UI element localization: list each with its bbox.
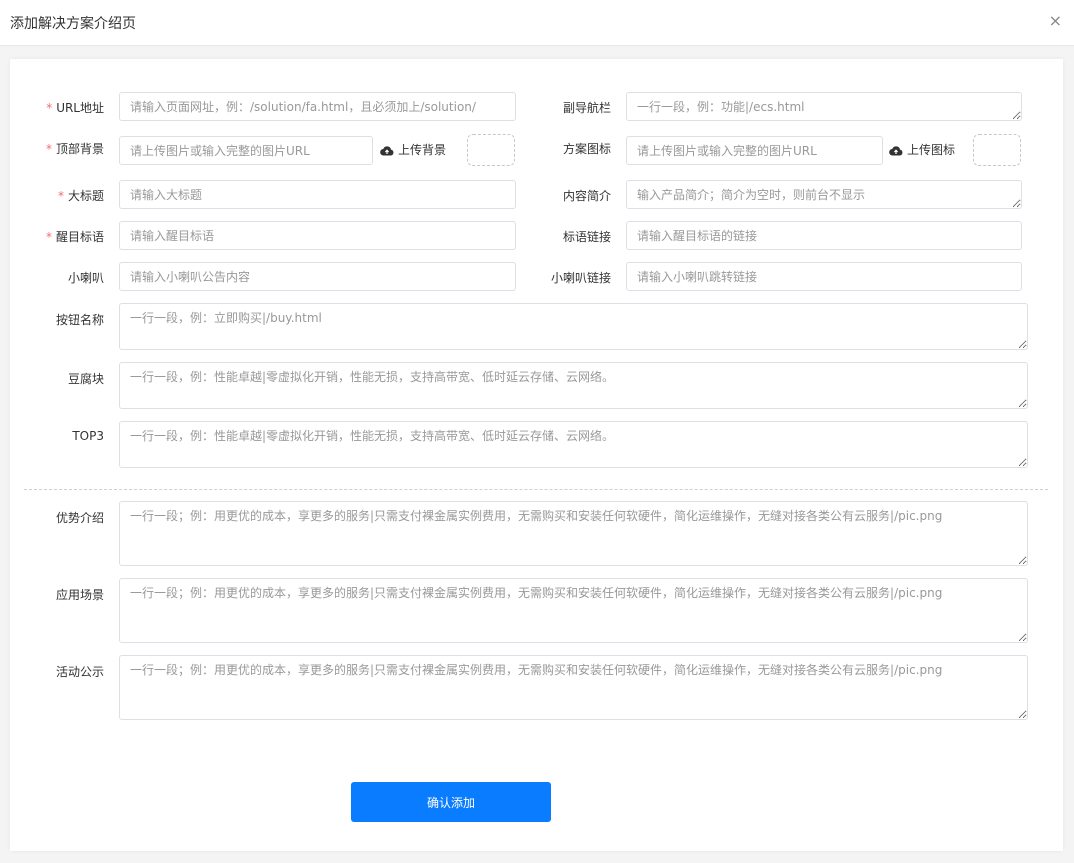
scenario-textarea[interactable] — [119, 578, 1028, 643]
top-bg-label-text: 顶部背景 — [55, 142, 104, 156]
required-mark: * — [46, 101, 53, 115]
slogan-label-text: 醒目标语 — [55, 230, 104, 244]
subnav-textarea[interactable] — [626, 92, 1022, 121]
headline-label-text: 大标题 — [67, 189, 104, 203]
add-solution-dialog: 添加解决方案介绍页 × *URL地址 副导航栏 *顶部背景 上传背景 方案图标 — [0, 0, 1074, 863]
top-bg-input[interactable] — [119, 136, 373, 165]
scenario-label: 应用场景 — [55, 588, 104, 602]
horn-label: 小喇叭 — [67, 271, 104, 285]
section-divider — [24, 489, 1048, 490]
dialog-title: 添加解决方案介绍页 — [10, 16, 136, 32]
upload-icon-button[interactable]: 上传图标 — [889, 136, 955, 165]
slogan-input[interactable] — [119, 221, 516, 250]
horn-link-input[interactable] — [626, 262, 1022, 291]
upload-background-label: 上传背景 — [398, 143, 447, 157]
url-label: * URL地址 — [46, 99, 104, 116]
slogan-link-label: 标语链接 — [562, 230, 611, 244]
summary-textarea[interactable] — [626, 180, 1022, 209]
slogan-link-input[interactable] — [626, 221, 1022, 250]
summary-label: 内容简介 — [562, 189, 611, 203]
confirm-add-button[interactable]: 确认添加 — [351, 782, 551, 822]
tofu-textarea[interactable] — [119, 362, 1028, 409]
button-name-label: 按钮名称 — [55, 313, 104, 327]
url-input[interactable] — [119, 92, 516, 121]
required-mark: * — [45, 230, 52, 244]
horn-link-label: 小喇叭链接 — [550, 271, 611, 285]
horn-input[interactable] — [119, 262, 516, 291]
headline-input[interactable] — [119, 180, 516, 209]
icon-label: 方案图标 — [562, 142, 611, 156]
cloud-upload-icon — [889, 146, 903, 156]
tofu-label: 豆腐块 — [67, 372, 104, 386]
required-mark: * — [45, 142, 52, 156]
top3-textarea[interactable] — [119, 421, 1028, 468]
top-bg-label: * 顶部背景 — [40, 140, 104, 157]
top3-label: TOP3 — [72, 429, 104, 443]
activity-textarea[interactable] — [119, 655, 1028, 720]
upload-icon-label: 上传图标 — [907, 143, 956, 157]
background-preview — [467, 134, 515, 166]
dialog-body: *URL地址 副导航栏 *顶部背景 上传背景 方案图标 上传图标 — [0, 46, 1074, 863]
upload-background-button[interactable]: 上传背景 — [380, 136, 446, 165]
form-panel: *URL地址 副导航栏 *顶部背景 上传背景 方案图标 上传图标 — [10, 59, 1063, 851]
activity-label: 活动公示 — [55, 665, 104, 679]
cloud-upload-icon — [380, 146, 394, 156]
button-name-textarea[interactable] — [119, 303, 1028, 350]
icon-preview — [973, 134, 1021, 166]
subnav-label: 副导航栏 — [562, 101, 611, 115]
advantage-label: 优势介绍 — [55, 511, 104, 525]
advantage-textarea[interactable] — [119, 501, 1028, 566]
headline-label: * 大标题 — [40, 187, 104, 204]
required-mark: * — [57, 189, 64, 203]
dialog-header: 添加解决方案介绍页 × — [0, 0, 1074, 46]
close-icon[interactable]: × — [1049, 12, 1062, 30]
slogan-label: * 醒目标语 — [40, 228, 104, 245]
icon-input[interactable] — [626, 136, 883, 165]
url-label-text: URL地址 — [56, 101, 104, 115]
